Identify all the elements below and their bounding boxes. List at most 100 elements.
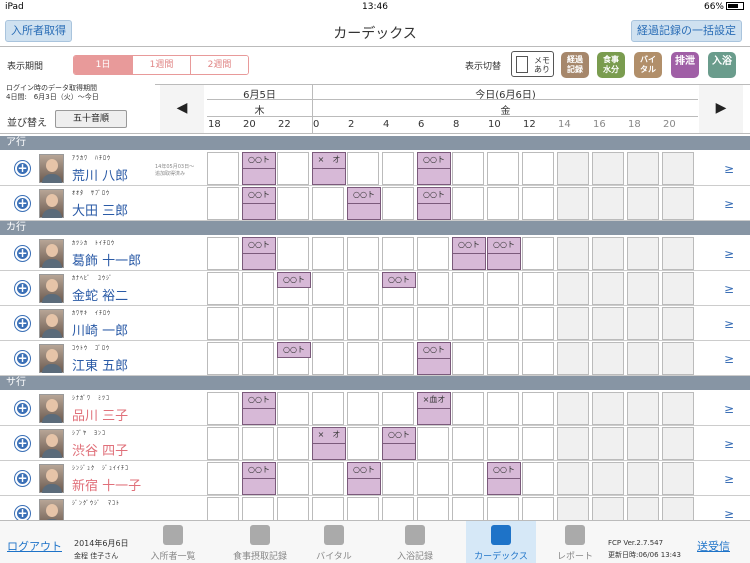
timeline-cell[interactable] xyxy=(347,152,379,185)
resident-name[interactable]: 葛飾 十一郎 xyxy=(72,250,141,269)
period-option-1week[interactable]: 1週間 xyxy=(132,56,190,74)
timeline-cell[interactable]: ○○ト xyxy=(347,462,381,495)
tab-3[interactable]: 入浴記録 xyxy=(380,521,450,563)
period-option-2week[interactable]: 2週間 xyxy=(190,56,248,74)
sort-button[interactable]: 五十音順 xyxy=(55,110,127,128)
timeline-cell[interactable] xyxy=(522,237,554,270)
timeline-cell[interactable] xyxy=(207,427,239,460)
timeline-cell[interactable] xyxy=(347,307,379,340)
period-option-1day[interactable]: 1日 xyxy=(74,56,132,74)
detail-arrow-icon[interactable]: ≥ xyxy=(724,317,734,331)
timeline-cell[interactable] xyxy=(487,427,519,460)
timeline-cell[interactable] xyxy=(207,187,239,220)
timeline-cell[interactable] xyxy=(277,152,309,185)
timeline-cell[interactable]: ○○ト xyxy=(242,152,276,185)
logout-link[interactable]: ログアウト xyxy=(7,538,62,554)
timeline-cell[interactable] xyxy=(592,427,624,460)
timeline-cell[interactable]: ○○ト xyxy=(277,342,311,375)
timeline-cell[interactable] xyxy=(662,237,694,270)
timeline-cell[interactable] xyxy=(592,272,624,305)
timeline-cell[interactable] xyxy=(382,462,414,495)
timeline-cell[interactable] xyxy=(487,187,519,220)
add-record-button[interactable] xyxy=(14,400,31,417)
timeline-cell[interactable] xyxy=(522,392,554,425)
toggle-button-0[interactable]: 経過 記録 xyxy=(561,52,589,78)
timeline-cell[interactable]: ○○ト xyxy=(487,462,521,495)
record-entry[interactable]: ○○ト xyxy=(242,152,276,185)
detail-arrow-icon[interactable]: ≥ xyxy=(724,352,734,366)
timeline-cell[interactable] xyxy=(312,307,344,340)
timeline-cell[interactable] xyxy=(487,307,519,340)
timeline-cell[interactable] xyxy=(487,152,519,185)
timeline-cell[interactable] xyxy=(417,462,449,495)
record-entry[interactable]: ○○ト xyxy=(347,462,381,495)
timeline-cell[interactable] xyxy=(417,237,449,270)
timeline-cell[interactable] xyxy=(662,427,694,460)
timeline-cell[interactable] xyxy=(557,237,589,270)
timeline-cell[interactable] xyxy=(627,342,659,375)
timeline-cell[interactable] xyxy=(452,187,484,220)
timeline-cell[interactable] xyxy=(417,307,449,340)
record-entry[interactable]: × オ xyxy=(312,152,346,185)
tab-1[interactable]: 食事摂取記録 xyxy=(225,521,295,563)
timeline-cell[interactable] xyxy=(312,342,344,375)
timeline-cell[interactable] xyxy=(557,342,589,375)
timeline-cell[interactable] xyxy=(662,187,694,220)
toggle-button-4[interactable]: 入浴 xyxy=(708,52,736,78)
timeline-cell[interactable] xyxy=(662,462,694,495)
resident-name[interactable]: 川崎 一郎 xyxy=(72,320,128,339)
timeline-cell[interactable] xyxy=(557,272,589,305)
add-record-button[interactable] xyxy=(14,315,31,332)
resident-name[interactable]: 荒川 八郎 xyxy=(72,165,128,184)
add-record-button[interactable] xyxy=(14,195,31,212)
timeline-cell[interactable] xyxy=(522,272,554,305)
record-entry[interactable]: ○○ト xyxy=(242,462,276,495)
toggle-button-1[interactable]: 食事 水分 xyxy=(597,52,625,78)
timeline-cell[interactable] xyxy=(382,392,414,425)
timeline-cell[interactable] xyxy=(452,307,484,340)
bulk-setting-button[interactable]: 経過記録の一括設定 xyxy=(631,20,742,42)
timeline-cell[interactable] xyxy=(522,187,554,220)
record-entry[interactable]: ○○ト xyxy=(382,272,416,288)
timeline-cell[interactable] xyxy=(207,462,239,495)
timeline-cell[interactable] xyxy=(382,237,414,270)
timeline-cell[interactable] xyxy=(347,392,379,425)
memo-toggle-button[interactable]: メモ あり xyxy=(511,51,554,77)
timeline-cell[interactable] xyxy=(522,307,554,340)
record-entry[interactable]: ○○ト xyxy=(347,187,381,220)
timeline-cell[interactable] xyxy=(592,237,624,270)
add-record-button[interactable] xyxy=(14,350,31,367)
record-entry[interactable]: ○○ト xyxy=(487,237,521,270)
detail-arrow-icon[interactable]: ≥ xyxy=(724,282,734,296)
timeline-cell[interactable] xyxy=(592,342,624,375)
record-entry[interactable]: ×血オ xyxy=(417,392,451,425)
next-day-arrow-icon[interactable]: ▶ xyxy=(699,84,743,133)
timeline-cell[interactable] xyxy=(347,427,379,460)
timeline-cell[interactable] xyxy=(662,307,694,340)
timeline-cell[interactable]: ○○ト xyxy=(417,152,451,185)
resident-name[interactable]: 大田 三郎 xyxy=(72,200,128,219)
detail-arrow-icon[interactable]: ≥ xyxy=(724,162,734,176)
timeline-cell[interactable] xyxy=(312,237,344,270)
timeline-cell[interactable] xyxy=(627,462,659,495)
detail-arrow-icon[interactable]: ≥ xyxy=(724,197,734,211)
timeline-cell[interactable] xyxy=(207,307,239,340)
timeline-cell[interactable] xyxy=(207,392,239,425)
timeline-cell[interactable] xyxy=(382,307,414,340)
timeline-cell[interactable] xyxy=(347,237,379,270)
timeline-cell[interactable] xyxy=(627,392,659,425)
timeline-cell[interactable] xyxy=(277,307,309,340)
timeline-cell[interactable] xyxy=(452,342,484,375)
detail-arrow-icon[interactable]: ≥ xyxy=(724,247,734,261)
timeline-cell[interactable] xyxy=(312,392,344,425)
record-entry[interactable]: ○○ト xyxy=(242,237,276,270)
timeline-cell[interactable] xyxy=(207,272,239,305)
timeline-cell[interactable] xyxy=(277,462,309,495)
timeline-cell[interactable] xyxy=(627,307,659,340)
timeline-cell[interactable] xyxy=(592,307,624,340)
timeline-cell[interactable] xyxy=(417,427,449,460)
add-record-button[interactable] xyxy=(14,470,31,487)
tab-5[interactable]: レポート xyxy=(540,521,610,563)
timeline-cell[interactable] xyxy=(522,152,554,185)
record-entry[interactable]: ○○ト xyxy=(417,152,451,185)
